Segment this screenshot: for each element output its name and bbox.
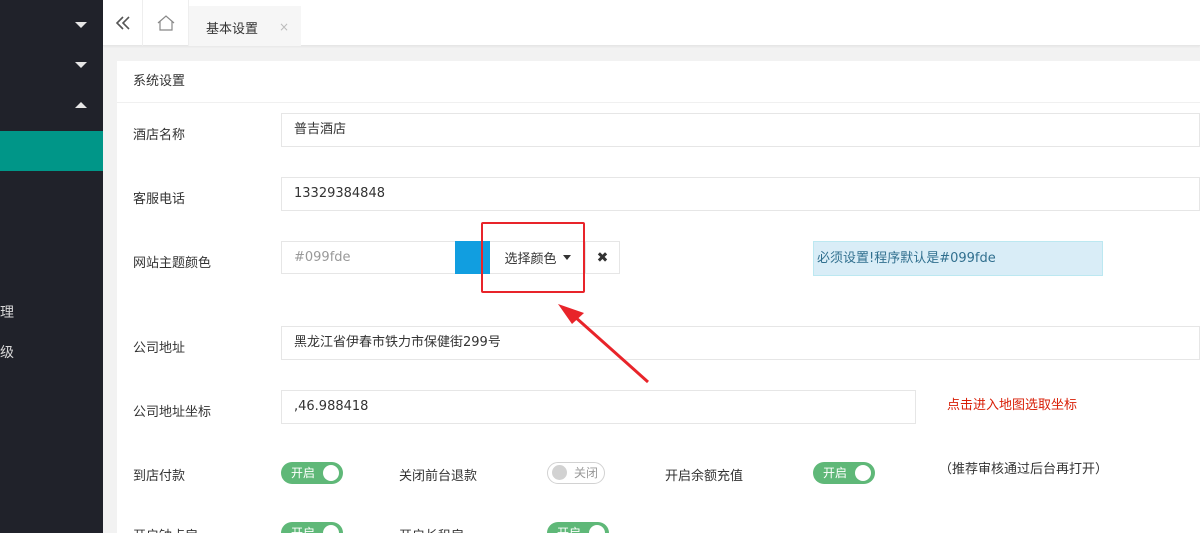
chevron-down-icon[interactable] xyxy=(75,22,87,28)
recharge-note: （推荐审核通过后台再打开） xyxy=(939,462,1109,477)
collapse-sidebar-button[interactable] xyxy=(103,0,143,46)
hotel-name-input[interactable]: 普吉酒店 xyxy=(281,113,1200,147)
sidebar-item-partial-1[interactable]: 理 xyxy=(0,302,14,322)
toggle-state: 开启 xyxy=(823,466,848,480)
balance-recharge-toggle[interactable]: 开启 xyxy=(813,462,875,484)
toggle-knob xyxy=(323,525,339,533)
address-input[interactable]: 黑龙江省伊春市铁力市保健街299号 xyxy=(281,326,1200,360)
chevron-down-icon[interactable] xyxy=(75,62,87,68)
coords-label: 公司地址坐标 xyxy=(133,405,212,420)
sidebar-item-partial-2[interactable]: 级 xyxy=(0,342,14,362)
tab-basic-settings[interactable]: 基本设置 × xyxy=(189,6,301,46)
toggle-knob xyxy=(323,465,339,481)
coords-input[interactable]: ,46.988418 xyxy=(281,390,916,424)
close-icon: ✖ xyxy=(596,249,609,266)
toggle-state: 开启 xyxy=(291,466,316,480)
toggle-knob xyxy=(855,465,871,481)
tab-bar: 基本设置 × xyxy=(103,0,1200,46)
home-button[interactable] xyxy=(143,0,189,46)
tab-label: 基本设置 xyxy=(206,21,259,37)
close-refund-label: 关闭前台退款 xyxy=(399,469,478,484)
hourly-room-label: 开启钟点房 xyxy=(133,525,198,533)
long-rent-toggle[interactable]: 开启 xyxy=(547,522,609,533)
toggle-state: 开启 xyxy=(557,526,582,533)
sidebar: 理 级 xyxy=(0,0,103,533)
close-refund-toggle[interactable]: 关闭 xyxy=(547,462,605,484)
hotel-name-label: 酒店名称 xyxy=(133,128,186,143)
map-picker-link[interactable]: 点击进入地图选取坐标 xyxy=(947,394,1077,413)
theme-color-input[interactable]: #099fde xyxy=(281,241,456,274)
pay-at-store-toggle[interactable]: 开启 xyxy=(281,462,343,484)
toggle-state: 开启 xyxy=(291,526,316,533)
theme-hint: 必须设置!程序默认是#099fde xyxy=(813,241,1103,276)
double-chevron-left-icon xyxy=(115,16,130,30)
clear-color-button[interactable]: ✖ xyxy=(585,241,620,274)
theme-color-label: 网站主题颜色 xyxy=(133,256,212,271)
sidebar-item-active[interactable] xyxy=(0,131,103,171)
phone-label: 客服电话 xyxy=(133,192,186,207)
hourly-room-toggle[interactable]: 开启 xyxy=(281,522,343,533)
card-title: 系统设置 xyxy=(117,61,1200,103)
home-icon xyxy=(157,15,174,31)
toggle-knob xyxy=(552,465,567,480)
annotation-highlight-box xyxy=(481,222,585,293)
balance-recharge-label: 开启余额充值 xyxy=(665,469,744,484)
close-icon[interactable]: × xyxy=(279,20,289,34)
long-rent-label: 开启长租房 xyxy=(399,525,464,533)
chevron-up-icon[interactable] xyxy=(75,102,87,108)
pay-at-store-label: 到店付款 xyxy=(133,469,186,484)
phone-input[interactable]: 13329384848 xyxy=(281,177,1200,211)
settings-card: 系统设置 酒店名称 普吉酒店 客服电话 13329384848 网站主题颜色 #… xyxy=(117,61,1200,533)
toggle-state: 关闭 xyxy=(574,466,599,480)
toggle-knob xyxy=(589,525,605,533)
address-label: 公司地址 xyxy=(133,341,186,356)
